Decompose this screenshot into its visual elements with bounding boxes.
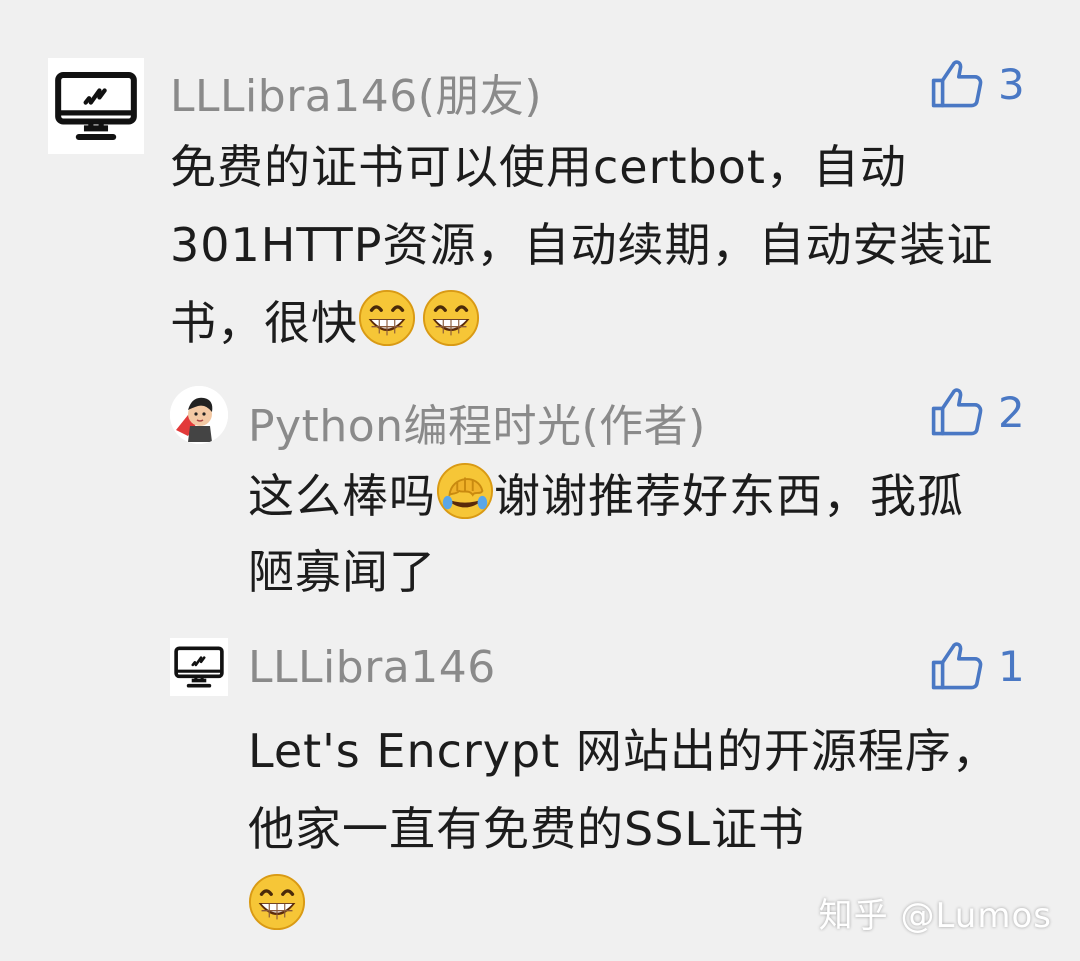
comment-text-body: 免费的证书可以使用certbot，自动301HTTP资源，自动续期，自动安装证书… (170, 140, 994, 350)
cartoon-avatar-icon (170, 386, 228, 444)
thumbs-up-icon (930, 386, 984, 438)
like-count: 2 (998, 387, 1025, 437)
username[interactable]: LLLibra146(朋友) (170, 60, 542, 124)
grin-emoji-icon (248, 873, 306, 931)
comment-text: 这么棒吗 谢谢推荐好东西，我孤陋寡闻了 (248, 458, 968, 610)
facepalm-emoji-icon (436, 462, 494, 520)
comment-text-part1: 这么棒吗 (248, 469, 436, 523)
watermark: 知乎 @Lumos (818, 896, 1052, 936)
grin-emoji-icon (422, 289, 480, 347)
like-button[interactable]: 2 (930, 386, 1025, 438)
thumbs-up-icon (930, 640, 984, 692)
like-count: 3 (998, 59, 1025, 109)
avatar[interactable] (170, 638, 228, 696)
monitor-icon (53, 71, 139, 141)
comment-2: Python编程时光(作者) 2 这么棒吗 谢谢推荐好东西，我孤陋寡闻了 (0, 370, 1080, 610)
thumbs-up-icon (930, 58, 984, 110)
username[interactable]: LLLibra146 (248, 642, 496, 693)
comment-text: 免费的证书可以使用certbot，自动301HTTP资源，自动续期，自动安装证书… (170, 128, 1040, 362)
grin-emoji-icon (358, 289, 416, 347)
comment-1: LLLibra146(朋友) 3 免费的证书可以使用certbot，自动301H… (0, 0, 1080, 360)
like-button[interactable]: 1 (930, 640, 1025, 692)
like-button[interactable]: 3 (930, 58, 1025, 110)
avatar[interactable] (170, 386, 228, 444)
comment-text-body: Let's Encrypt 网站出的开源程序，他家一直有免费的SSL证书 (248, 724, 999, 856)
like-count: 1 (998, 641, 1025, 691)
monitor-icon (173, 646, 225, 688)
username[interactable]: Python编程时光(作者) (248, 390, 706, 454)
avatar[interactable] (48, 58, 144, 154)
